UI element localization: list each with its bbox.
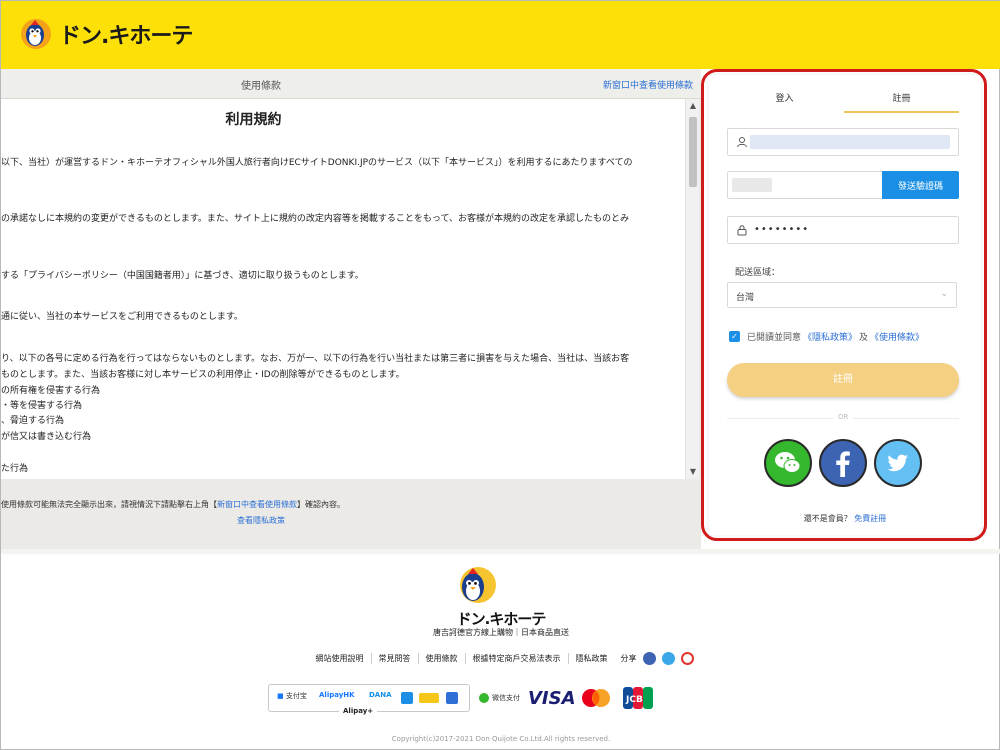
highlight-outline bbox=[701, 69, 987, 541]
footer-brand: ドン.キホーテ bbox=[456, 610, 547, 628]
twitter-icon[interactable] bbox=[661, 652, 675, 665]
jcb-icon: JCB bbox=[623, 687, 653, 709]
footer-link-site-guide[interactable]: 網站使用說明 bbox=[309, 653, 372, 664]
wechat-pay-logo: 微信支付 bbox=[479, 693, 520, 703]
visa-logo: VISA bbox=[528, 688, 576, 709]
terms-line: の所有権を侵害する行為 bbox=[1, 386, 101, 396]
terms-line: 以下、当社）が運営するドン・キホーテオフィシャル外国人旅行者向けECサイトDON… bbox=[1, 158, 633, 168]
footer-link-commerce-law[interactable]: 根據特定商戶交易法表示 bbox=[466, 653, 569, 664]
footnote-prefix: 使用條款可能無法完全顯示出來，請視情況下請點擊右上角【 bbox=[1, 500, 217, 509]
terms-line: 、脅迫する行為 bbox=[1, 416, 65, 426]
footer-nav: 網站使用說明 常見問答 使用條款 根據特定商戶交易法表示 隱私政策 分享 bbox=[1, 652, 1000, 665]
alipay-hk-logo: AlipayHK bbox=[319, 691, 355, 699]
share-group: 分享 bbox=[621, 652, 694, 665]
terms-scrollbar[interactable]: ▲ ▼ bbox=[685, 99, 699, 479]
scroll-down-icon[interactable]: ▼ bbox=[686, 465, 700, 479]
weibo-icon[interactable] bbox=[680, 652, 694, 665]
terms-header: 使用條款 新窗口中查看使用條款 bbox=[1, 69, 701, 99]
gcash-icon bbox=[419, 693, 439, 703]
footer-tagline: 唐吉訶德官方線上購物｜日本商品直送 bbox=[433, 628, 569, 637]
facebook-icon[interactable] bbox=[642, 652, 656, 665]
terms-document-title: 利用規約 bbox=[225, 112, 282, 128]
scroll-up-icon[interactable]: ▲ bbox=[686, 99, 700, 113]
terms-line: が信又は書き込む行為 bbox=[1, 432, 92, 442]
open-terms-new-window-link[interactable]: 新窗口中查看使用條款 bbox=[603, 78, 693, 91]
terms-scroll-area[interactable]: 利用規約 以下、当社）が運営するドン・キホーテオフィシャル外国人旅行者向けECサ… bbox=[1, 99, 685, 479]
jcb-text: JCB bbox=[625, 695, 643, 705]
wechat-pay-icon bbox=[479, 693, 489, 703]
view-privacy-policy-link[interactable]: 查看隱私政策 bbox=[237, 515, 285, 526]
terms-line: り、以下の各号に定める行為を行ってはならないものとします。なお、万が一、以下の行… bbox=[1, 354, 630, 364]
mastercard-icon bbox=[582, 689, 610, 707]
terms-line: た行為 bbox=[1, 464, 29, 474]
footer-link-faq[interactable]: 常見問答 bbox=[372, 653, 419, 664]
wallet-icon bbox=[401, 692, 413, 704]
terms-line: ・等を侵害する行為 bbox=[1, 401, 83, 411]
copyright: Copyright(c)2017-2021 Don Quijote Co.Ltd… bbox=[391, 735, 611, 743]
terms-header-title: 使用條款 bbox=[241, 81, 281, 92]
footer-link-terms[interactable]: 使用條款 bbox=[419, 653, 466, 664]
terms-footnote: 使用條款可能無法完全顯示出來，請視情況下請點擊右上角【新窗口中查看使用條款】確認… bbox=[1, 499, 345, 510]
footnote-suffix: 】確認內容。 bbox=[297, 500, 345, 509]
scroll-thumb[interactable] bbox=[689, 117, 697, 187]
terms-line: ものとします。また、当該お客様に対し本サービスの利用停止・IDの削除等ができるも… bbox=[1, 370, 405, 380]
brand-logo[interactable]: ドン.キホーテ bbox=[19, 17, 193, 51]
terms-line: する「プライバシーポリシー（中国国籍者用）」に基づき、適切に取り扱うものとします… bbox=[1, 271, 364, 281]
logo-text: ドン.キホーテ bbox=[59, 24, 193, 49]
terms-line: 通に従い、当社の本サービスをご利用できるものとします。 bbox=[1, 312, 243, 322]
terms-panel: 使用條款 新窗口中查看使用條款 利用規約 以下、当社）が運営するドン・キホーテオ… bbox=[1, 69, 701, 549]
alipay-plus-label: Alipay+ bbox=[339, 707, 378, 715]
footer-link-privacy[interactable]: 隱私政策 bbox=[569, 653, 615, 664]
penguin-logo-icon bbox=[21, 19, 51, 49]
dana-logo: DANA bbox=[369, 691, 392, 699]
wechat-pay-text: 微信支付 bbox=[492, 694, 520, 702]
site-header: ドン.キホーテ bbox=[1, 1, 1000, 69]
kakaopay-icon bbox=[446, 692, 458, 704]
share-label: 分享 bbox=[620, 654, 637, 663]
terms-line: の承諾なしに本規約の変更ができるものとします。また、サイト上に規約の改定内容等を… bbox=[1, 214, 630, 224]
alipay-cn-logo: ■ 支付宝 bbox=[277, 692, 307, 700]
penguin-logo-icon bbox=[460, 567, 496, 603]
footnote-terms-link[interactable]: 新窗口中查看使用條款 bbox=[217, 500, 297, 509]
divider-strip bbox=[1, 549, 1000, 554]
